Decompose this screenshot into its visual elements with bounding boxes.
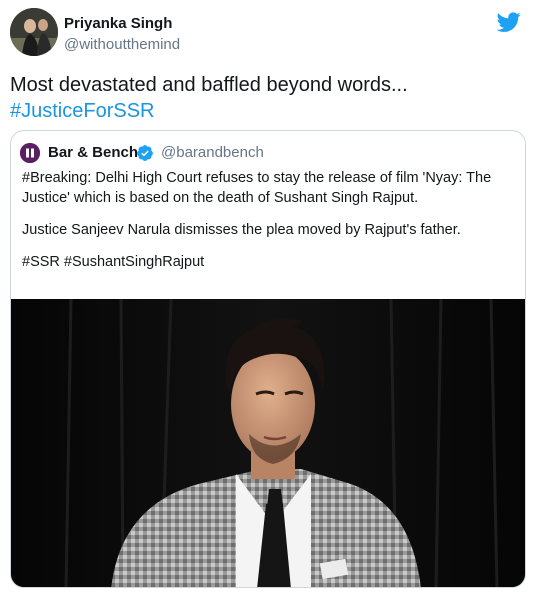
hashtag-link[interactable]: #JusticeForSSR [10,98,520,124]
author-handle[interactable]: @withoutthemind [64,36,180,53]
author-avatar[interactable] [10,8,58,56]
quoted-line-dismissal: Justice Sanjeev Narula dismisses the ple… [22,222,461,238]
quoted-author-name[interactable]: Bar & Bench [48,144,138,161]
author-name[interactable]: Priyanka Singh [64,15,172,32]
quoted-tweet-text: #Breaking: Delhi High Court refuses to s… [22,168,518,272]
tweet-text: Most devastated and baffled beyond words… [10,72,520,124]
quoted-tweet[interactable]: Bar & Bench @barandbench #Breaking: Delh… [10,130,526,588]
verified-badge-icon [137,145,153,161]
twitter-bird-icon[interactable] [497,10,521,34]
tweet-body: Most devastated and baffled beyond words… [10,74,408,96]
quoted-author-avatar[interactable] [20,143,40,163]
tweet-card: Priyanka Singh @withoutthemind Most deva… [0,0,534,594]
quoted-author-handle[interactable]: @barandbench [161,144,264,161]
quoted-line-breaking: #Breaking: Delhi High Court refuses to s… [22,170,492,206]
quoted-line-hashtags: #SSR #SushantSinghRajput [22,254,205,270]
portrait-photo [11,299,525,587]
quoted-tweet-photo[interactable] [11,299,525,587]
